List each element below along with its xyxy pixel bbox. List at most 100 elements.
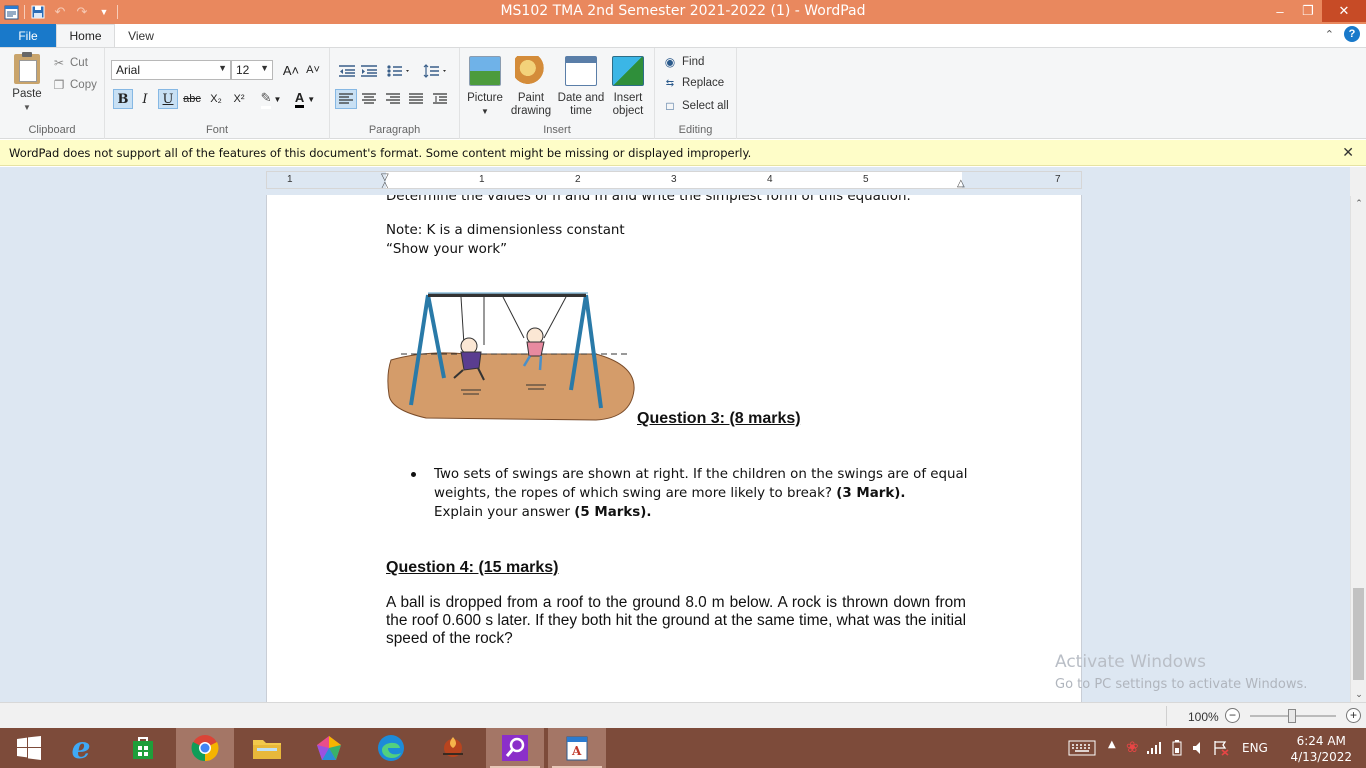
bold-button[interactable]: B — [113, 89, 133, 109]
paste-button[interactable]: Paste ▼ — [8, 52, 46, 114]
infobar-close-icon[interactable]: ✕ — [1342, 144, 1354, 161]
font-group-label: Font — [205, 124, 228, 136]
paragraph-dialog-button[interactable] — [430, 89, 450, 109]
paint-drawing-button[interactable]: Paint drawing — [509, 56, 553, 118]
strikethrough-button[interactable]: abc — [182, 89, 202, 109]
superscript-button[interactable]: X² — [229, 89, 249, 109]
taskbar-chrome[interactable] — [176, 728, 234, 768]
scrollbar-thumb[interactable] — [1353, 588, 1364, 680]
cut-label: Cut — [70, 57, 88, 69]
bullets-icon[interactable] — [386, 63, 412, 79]
q3-explain-marks: (5 Marks). — [574, 505, 652, 520]
tab-home[interactable]: Home — [56, 24, 115, 47]
italic-button[interactable]: I — [135, 89, 155, 109]
clock-date: 4/13/2022 — [1290, 750, 1352, 764]
replace-button[interactable]: ⇆ Replace — [663, 77, 724, 89]
editing-group: ◉ Find ⇆ Replace □ Select all Editing — [655, 48, 737, 139]
left-indent-marker[interactable]: △ — [381, 180, 389, 188]
align-left-button[interactable] — [335, 89, 357, 109]
paste-icon — [14, 52, 40, 84]
underline-button[interactable]: U — [158, 89, 178, 109]
ruler[interactable]: 1 1 2 3 4 5 7 ▽ △ △ — [266, 171, 1082, 189]
insert-object-button[interactable]: Insert object — [608, 56, 648, 118]
select-all-icon: □ — [666, 99, 674, 113]
scissors-icon: ✂ — [53, 56, 65, 70]
ribbon: Paste ▼ ✂ Cut ❐ Copy Clipboard Arial ▼ 1… — [0, 47, 1366, 139]
cut-button[interactable]: ✂ Cut — [52, 56, 88, 70]
keyboard-icon[interactable] — [1068, 740, 1096, 756]
font-family-select[interactable]: Arial ▼ — [111, 60, 231, 80]
help-icon[interactable]: ? — [1344, 26, 1360, 42]
increase-indent-icon[interactable] — [360, 63, 378, 79]
align-center-button[interactable] — [359, 89, 379, 109]
chevron-down-icon: ▼ — [218, 63, 227, 73]
tab-file[interactable]: File — [0, 24, 56, 47]
clock[interactable]: 6:24 AM 4/13/2022 — [1290, 733, 1352, 765]
right-indent-marker[interactable]: △ — [957, 178, 965, 188]
taskbar-wordpad[interactable]: A — [548, 728, 606, 768]
highlight-color-button[interactable]: ✎ ▼ — [255, 89, 287, 109]
justify-button[interactable] — [406, 89, 426, 109]
doc-text-line: Determine the values of n and m and writ… — [386, 195, 911, 204]
select-all-button[interactable]: □ Select all — [663, 99, 729, 113]
language-indicator[interactable]: ENG — [1242, 741, 1268, 755]
vertical-scrollbar[interactable]: ⌃ ⌄ — [1350, 196, 1366, 702]
restore-button[interactable]: ❐ — [1294, 0, 1322, 22]
antivirus-icon[interactable]: ❀ — [1126, 738, 1139, 756]
grow-font-button[interactable]: A˄ — [281, 60, 301, 80]
tab-view[interactable]: View — [115, 24, 167, 47]
zoom-slider-thumb[interactable] — [1288, 709, 1296, 723]
volume-icon[interactable] — [1192, 741, 1206, 755]
find-button[interactable]: ◉ Find — [663, 55, 705, 69]
align-right-icon — [386, 93, 400, 104]
line-spacing-icon[interactable] — [423, 63, 449, 79]
taskbar-game-app[interactable] — [424, 728, 482, 768]
battery-icon[interactable] — [1170, 740, 1184, 756]
decrease-indent-icon[interactable] — [338, 63, 356, 79]
taskbar-internet-explorer[interactable]: e — [52, 728, 110, 768]
zoom-in-button[interactable]: + — [1346, 708, 1361, 723]
show-hidden-icons[interactable]: ▲ — [1108, 739, 1116, 750]
scroll-up-icon[interactable]: ⌃ — [1351, 198, 1366, 209]
taskbar-edge[interactable] — [362, 728, 420, 768]
select-all-label: Select all — [682, 100, 729, 112]
signal-strength-icon[interactable] — [1146, 742, 1162, 754]
taskbar-store[interactable] — [114, 728, 172, 768]
copy-button[interactable]: ❐ Copy — [52, 78, 97, 92]
shrink-font-button[interactable]: A˅ — [303, 60, 323, 80]
align-right-button[interactable] — [383, 89, 403, 109]
object-label-2: object — [612, 105, 644, 117]
ruler-number: 1 — [479, 174, 485, 185]
status-separator — [1166, 706, 1167, 726]
object-label-1: Insert — [613, 92, 643, 104]
q3-explain-text: Explain your answer — [434, 505, 571, 520]
minimize-ribbon-icon[interactable]: ⌃ — [1325, 28, 1334, 41]
taskbar-file-explorer[interactable] — [238, 728, 296, 768]
text-color-button[interactable]: A ▼ — [289, 89, 321, 109]
action-center-flag-icon[interactable] — [1212, 740, 1230, 756]
taskbar-pentagon-app[interactable] — [300, 728, 358, 768]
document-page[interactable]: Determine the values of n and m and writ… — [266, 195, 1082, 702]
start-button[interactable] — [0, 728, 58, 768]
font-size-select[interactable]: 12 ▼ — [231, 60, 273, 80]
date-time-button[interactable]: Date and time — [556, 56, 606, 118]
ruler-right-margin — [962, 172, 1081, 188]
title-bar: ↶ ↷ ▼ MS102 TMA 2nd Semester 2021-2022 (… — [0, 0, 1366, 24]
ribbon-tabs: File Home View ⌃ ? — [0, 24, 1366, 47]
paragraph-group-label: Paragraph — [368, 124, 421, 136]
paragraph-group: Paragraph — [330, 48, 460, 139]
close-button[interactable]: ✕ — [1322, 0, 1366, 22]
taskbar-search-app[interactable] — [486, 728, 544, 768]
picture-button[interactable]: Picture ▼ — [466, 56, 504, 118]
minimize-button[interactable]: – — [1266, 0, 1294, 22]
ruler-left-margin — [267, 172, 386, 188]
ruler-number: 4 — [767, 174, 773, 185]
clipboard-group-label: Clipboard — [28, 124, 76, 136]
watermark-subtitle: Go to PC settings to activate Windows. — [1055, 677, 1308, 692]
paste-dropdown-icon[interactable]: ▼ — [8, 101, 46, 114]
q3-bullet-marks: (3 Mark). — [836, 486, 906, 501]
scroll-down-icon[interactable]: ⌄ — [1351, 689, 1366, 700]
subscript-button[interactable]: X₂ — [206, 89, 226, 109]
insert-group-label: Insert — [543, 124, 571, 136]
zoom-out-button[interactable]: − — [1225, 708, 1240, 723]
